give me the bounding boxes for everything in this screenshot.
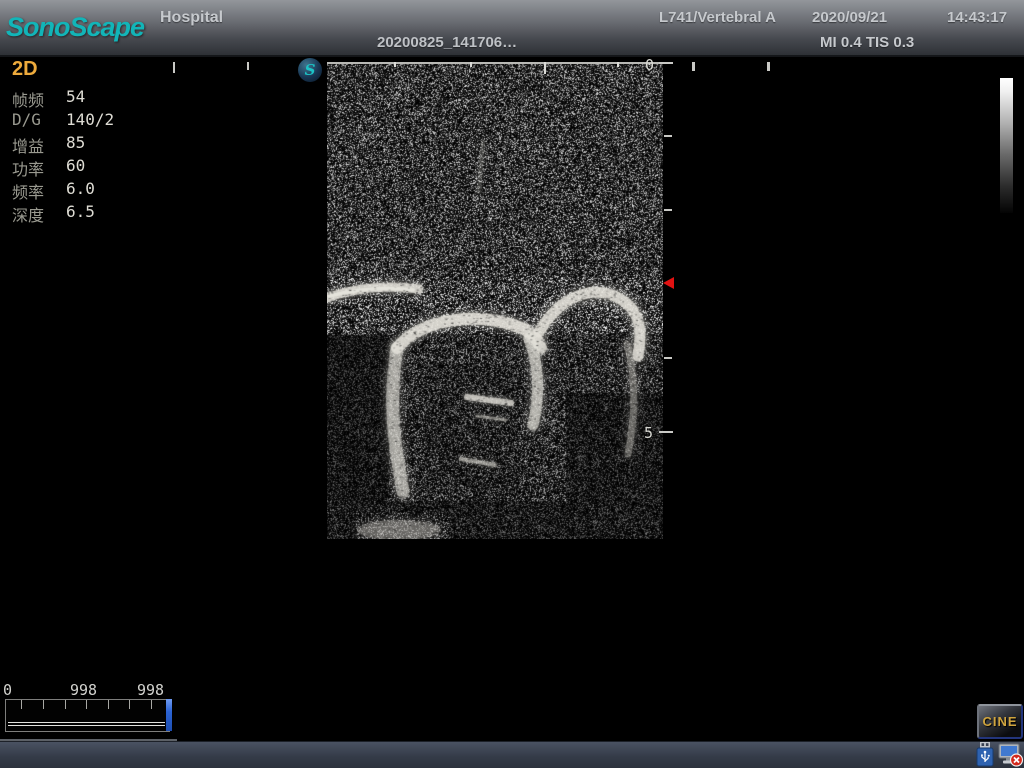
cine-tick [129, 700, 130, 709]
cine-tick [21, 700, 22, 709]
cine-tick [151, 700, 152, 709]
depth-tick [664, 357, 672, 359]
cine-start-label: 0 [3, 681, 12, 699]
ruler-tick [544, 62, 546, 74]
hospital-name: Hospital [160, 9, 223, 27]
exam-date: 2020/09/21 [812, 9, 887, 26]
depth-label-end: 5 [644, 424, 653, 442]
focus-marker-icon [663, 277, 674, 289]
cine-button[interactable]: CINE [977, 704, 1023, 739]
cine-track[interactable] [5, 699, 170, 732]
param-value: 6.5 [66, 202, 95, 225]
cine-current-label: 998 [70, 681, 97, 699]
cine-tick [108, 700, 109, 709]
sonoscape-logo: SonoScape [6, 12, 144, 43]
exam-id: 20200825_141706… [377, 34, 517, 51]
ruler-tick [247, 62, 249, 70]
cine-tick [43, 700, 44, 709]
cine-position-handle[interactable] [166, 699, 172, 731]
image-top-ruler-line [327, 62, 664, 64]
cine-tick [65, 700, 66, 709]
orientation-marker-icon: S [298, 58, 322, 82]
param-label: 频率 [12, 179, 66, 202]
ruler-tick [767, 62, 770, 71]
cine-tick [86, 700, 87, 709]
depth-tick [659, 62, 673, 64]
imaging-params-panel: 2D 帧频 54 D/G 140/2 增益 85 功率 60 频率 6.0 深度… [12, 58, 114, 225]
param-row: 深度 6.5 [12, 202, 114, 225]
ruler-tick [692, 62, 695, 71]
probe-preset: L741/Vertebral A [659, 9, 776, 26]
depth-tick [659, 431, 673, 433]
param-label: 深度 [12, 202, 66, 225]
param-value: 6.0 [66, 179, 95, 202]
param-value: 54 [66, 87, 85, 110]
clock: 14:43:17 [947, 9, 1007, 26]
param-value: 85 [66, 133, 85, 156]
param-row: 帧频 54 [12, 87, 114, 110]
depth-label-start: 0 [645, 56, 654, 74]
top-status-bar: SonoScape Hospital 20200825_141706… L741… [0, 0, 1024, 57]
param-value: 60 [66, 156, 85, 179]
param-row: D/G 140/2 [12, 110, 114, 133]
param-label: 帧频 [12, 87, 66, 110]
ruler-tick [394, 62, 396, 67]
depth-tick [664, 135, 672, 137]
param-label: 增益 [12, 133, 66, 156]
param-row: 频率 6.0 [12, 179, 114, 202]
param-row: 功率 60 [12, 156, 114, 179]
usb-icon[interactable] [975, 742, 995, 768]
param-row: 增益 85 [12, 133, 114, 156]
cine-total-label: 998 [137, 681, 164, 699]
grayscale-bar [1000, 78, 1013, 213]
mode-label: 2D [12, 58, 114, 81]
screen: SonoScape Hospital 20200825_141706… L741… [0, 0, 1024, 768]
taskbar [0, 741, 1024, 768]
mi-tis-readout: MI 0.4 TIS 0.3 [820, 34, 914, 51]
param-label: 功率 [12, 156, 66, 179]
ruler-tick [470, 62, 472, 67]
cine-progress-line [8, 725, 165, 726]
param-value: 140/2 [66, 110, 114, 133]
network-error-icon[interactable] [998, 741, 1024, 768]
depth-tick [664, 209, 672, 211]
ruler-tick [617, 62, 619, 67]
param-label: D/G [12, 110, 66, 133]
ultrasound-image [327, 62, 663, 539]
cine-progress-line [8, 722, 165, 723]
ruler-tick [173, 62, 175, 73]
